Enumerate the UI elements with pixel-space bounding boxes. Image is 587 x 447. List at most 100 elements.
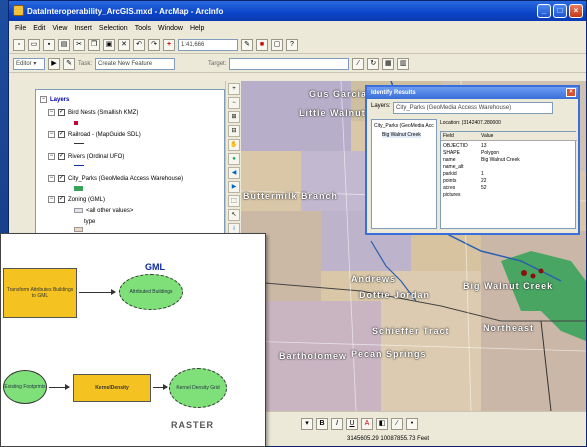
identify-close-button[interactable]: × — [566, 88, 576, 97]
font-size-icon[interactable]: ▾ — [301, 418, 313, 430]
map-scale-combo[interactable]: 1:41,666 — [178, 38, 238, 51]
open-folder-icon[interactable]: ▭ — [28, 38, 40, 51]
layer-checkbox[interactable]: ✓ — [58, 131, 65, 138]
print-icon[interactable]: ▤ — [58, 38, 70, 51]
transform-tool-box[interactable]: Transform Attributes Buildings to GML — [3, 268, 77, 318]
col-field[interactable]: Field — [443, 133, 454, 139]
existing-footprints-oval[interactable]: Existing Footprints — [3, 370, 47, 404]
title-bar[interactable]: DataInteroperability_ArcGIS.mxd - ArcMap… — [9, 1, 586, 21]
minimize-button[interactable]: _ — [537, 4, 551, 18]
target-combo[interactable] — [229, 57, 350, 70]
select-features-icon[interactable]: ⬚ — [228, 195, 240, 207]
copy-icon[interactable]: ❐ — [88, 38, 100, 51]
attributes-icon[interactable]: ▦ — [382, 57, 395, 70]
collapse-icon[interactable]: − — [48, 131, 55, 138]
layer-checkbox[interactable]: ✓ — [58, 175, 65, 182]
save-icon[interactable]: ▪ — [43, 38, 55, 51]
collapse-icon[interactable]: − — [48, 109, 55, 116]
arctoolbox-icon[interactable]: ■ — [256, 38, 268, 51]
collapse-icon[interactable]: − — [48, 196, 55, 203]
task-combo[interactable]: Create New Feature — [95, 57, 176, 70]
menu-view[interactable]: View — [52, 25, 67, 32]
maximize-button[interactable]: □ — [553, 4, 567, 18]
collapse-icon[interactable]: − — [48, 153, 55, 160]
font-color-icon[interactable]: A — [361, 418, 373, 430]
editor-toolbar-icon[interactable]: ✎ — [241, 38, 253, 51]
fixed-zoom-in-icon[interactable]: ⊞ — [228, 111, 240, 123]
menu-selection[interactable]: Selection — [99, 25, 128, 32]
target-label: Target: — [208, 60, 227, 67]
collapse-icon[interactable]: − — [40, 96, 47, 103]
toc-layer-railroad[interactable]: − ✓ Railroad - (MapGuide SDL) — [48, 129, 141, 140]
split-tool-icon[interactable]: ⁄ — [352, 57, 365, 70]
field-name: name — [443, 157, 456, 163]
bird-nest-symbol — [74, 121, 78, 125]
fill-color-icon[interactable]: ◧ — [376, 418, 388, 430]
map-label-dottie-jordan: Dottie Jordan — [359, 290, 431, 300]
col-value[interactable]: Value — [481, 133, 493, 139]
window-title: DataInteroperability_ArcGIS.mxd - ArcMap… — [27, 6, 224, 16]
layer-checkbox[interactable]: ✓ — [58, 109, 65, 116]
editor-menu-button[interactable]: Editor ▾ — [13, 57, 45, 70]
menu-window[interactable]: Window — [158, 25, 183, 32]
identify-feature-tree: City_Parks (GeoMedia Acc Big Walnut Cree… — [371, 119, 437, 229]
delete-icon[interactable]: ✕ — [118, 38, 130, 51]
collapse-icon[interactable]: − — [48, 175, 55, 182]
menu-edit[interactable]: Edit — [33, 25, 45, 32]
kernel-density-tool-box[interactable]: KernelDensity — [73, 374, 151, 402]
bold-icon[interactable]: B — [316, 418, 328, 430]
toc-layer-bird-nests[interactable]: − ✓ Bird Nests (Smallish KMZ) — [48, 107, 138, 118]
identify-tree-child[interactable]: Big Walnut Creek — [382, 132, 421, 138]
pan-icon[interactable]: ✋ — [228, 139, 240, 151]
italic-icon[interactable]: I — [331, 418, 343, 430]
cut-icon[interactable]: ✂ — [73, 38, 85, 51]
toc-layer-rivers[interactable]: − ✓ Rivers (Ordinal UFO) — [48, 151, 124, 162]
fixed-zoom-out-icon[interactable]: ⊟ — [228, 125, 240, 137]
full-extent-icon[interactable]: ● — [228, 153, 240, 165]
close-button[interactable]: × — [569, 4, 583, 18]
line-color-icon[interactable]: ∕ — [391, 418, 403, 430]
table-row: pictures — [443, 192, 461, 198]
toc-layer-city-parks[interactable]: − ✓ City_Parks (GeoMedia Access Warehous… — [48, 173, 183, 184]
railroad-symbol — [74, 143, 84, 144]
menu-tools[interactable]: Tools — [135, 25, 151, 32]
menu-insert[interactable]: Insert — [74, 25, 92, 32]
select-elements-icon[interactable]: ↖ — [228, 209, 240, 221]
toc-root[interactable]: − Layers — [40, 94, 69, 105]
redo-icon[interactable]: ↷ — [148, 38, 160, 51]
zoom-out-icon[interactable]: − — [228, 97, 240, 109]
paste-icon[interactable]: ▣ — [103, 38, 115, 51]
rotate-tool-icon[interactable]: ↻ — [367, 57, 380, 70]
identify-tree-root[interactable]: City_Parks (GeoMedia Acc — [374, 123, 434, 129]
menu-help[interactable]: Help — [190, 25, 204, 32]
kernel-density-grid-oval[interactable]: Kernel Density Grid — [169, 368, 227, 408]
forward-extent-icon[interactable]: ▶ — [228, 181, 240, 193]
table-header: Field Value — [441, 132, 577, 141]
field-name: OBJECTID — [443, 143, 468, 149]
identify-title-bar[interactable]: Identify Results × — [367, 87, 578, 99]
zoom-in-icon[interactable]: + — [228, 83, 240, 95]
identify-layers-label: Layers: — [371, 103, 391, 109]
sketch-properties-icon[interactable]: ▥ — [397, 57, 410, 70]
menu-file[interactable]: File — [15, 25, 26, 32]
layer-checkbox[interactable]: ✓ — [58, 153, 65, 160]
identify-layers-combo[interactable]: City_Parks (GeoMedia Access Warehouse) — [393, 102, 553, 114]
field-name: acres — [443, 185, 456, 191]
help-icon[interactable]: ? — [286, 38, 298, 51]
edit-tool-icon[interactable]: ▶ — [48, 57, 60, 70]
toc-layer-zoning[interactable]: − ✓ Zoning (GML) — [48, 194, 105, 205]
field-value: Polygon — [481, 150, 500, 156]
command-line-icon[interactable]: ▢ — [271, 38, 283, 51]
layer-name: Zoning (GML) — [68, 196, 106, 203]
editor-toolbar: Editor ▾ ▶ ✎ Task: Create New Feature Ta… — [9, 55, 586, 73]
new-document-icon[interactable]: ▫ — [13, 38, 25, 51]
undo-icon[interactable]: ↶ — [133, 38, 145, 51]
underline-icon[interactable]: U — [346, 418, 358, 430]
add-data-icon[interactable]: + — [163, 38, 175, 51]
attributed-buildings-oval[interactable]: Attributed Buildings — [119, 274, 183, 310]
layer-name: Railroad - (MapGuide SDL) — [68, 131, 141, 138]
marker-color-icon[interactable]: • — [406, 418, 418, 430]
sketch-tool-icon[interactable]: ✎ — [63, 57, 75, 70]
back-extent-icon[interactable]: ◀ — [228, 167, 240, 179]
layer-checkbox[interactable]: ✓ — [58, 196, 65, 203]
